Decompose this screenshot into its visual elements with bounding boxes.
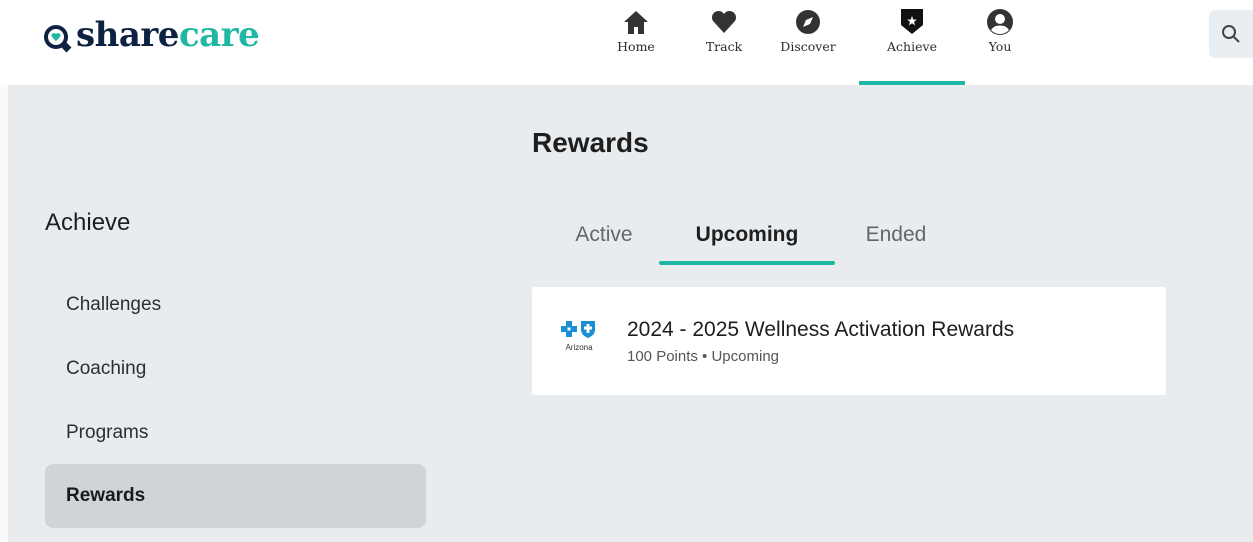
tab-ended[interactable]: Ended xyxy=(860,213,932,265)
search-button[interactable] xyxy=(1209,10,1253,58)
logo-text-care: care xyxy=(178,15,260,55)
reward-subtitle: 100 Points • Upcoming xyxy=(627,348,779,365)
sharecare-logo[interactable]: sharecare xyxy=(44,14,260,56)
logo-heart-icon xyxy=(44,25,68,49)
reward-card[interactable]: Arizona 2024 - 2025 Wellness Activation … xyxy=(532,287,1166,395)
sponsor-logo-text: Arizona xyxy=(565,343,593,352)
sidebar-item-coaching[interactable]: Coaching xyxy=(45,337,426,401)
logo-text-share: share xyxy=(76,15,179,55)
tab-label: Ended xyxy=(865,223,927,246)
sidebar-item-label: Programs xyxy=(66,422,149,443)
nav-label-achieve: Achieve xyxy=(887,39,937,54)
sidebar-item-label: Rewards xyxy=(66,485,146,506)
nav-label-discover: Discover xyxy=(780,39,836,54)
star-shield-icon xyxy=(901,9,923,34)
blue-cross-blue-shield-icon xyxy=(561,321,595,338)
nav-achieve[interactable]: Achieve xyxy=(859,0,965,85)
top-navigation-bar: sharecare Home Track Discover Achieve Yo… xyxy=(0,0,1253,85)
nav-label-home: Home xyxy=(617,39,655,54)
nav-label-track: Track xyxy=(705,39,743,54)
tab-label: Upcoming xyxy=(695,223,799,246)
sidebar-item-programs[interactable]: Programs xyxy=(45,401,426,465)
tab-upcoming[interactable]: Upcoming xyxy=(659,213,835,265)
nav-home[interactable]: Home xyxy=(611,0,661,85)
main-nav: Home Track Discover Achieve You xyxy=(611,0,1025,85)
content-area: Achieve Challenges Coaching Programs Rew… xyxy=(8,85,1253,542)
sidebar-item-challenges[interactable]: Challenges xyxy=(45,273,426,337)
compass-icon xyxy=(796,10,820,34)
sponsor-logo: Arizona xyxy=(559,319,599,363)
user-icon xyxy=(987,9,1013,35)
heart-icon xyxy=(711,10,737,33)
tab-label: Active xyxy=(575,223,633,246)
nav-track[interactable]: Track xyxy=(694,0,754,85)
sidebar-item-label: Coaching xyxy=(66,358,147,379)
nav-label-you: You xyxy=(988,39,1012,54)
nav-discover[interactable]: Discover xyxy=(768,0,848,85)
home-icon xyxy=(624,11,648,34)
reward-title: 2024 - 2025 Wellness Activation Rewards xyxy=(627,318,1015,341)
sidebar-title: Achieve xyxy=(45,209,131,236)
search-icon xyxy=(1222,25,1240,43)
nav-you[interactable]: You xyxy=(975,0,1025,85)
left-edge xyxy=(0,85,8,542)
tab-active[interactable]: Active xyxy=(572,213,636,265)
page-title: Rewards xyxy=(532,127,649,158)
logo-wordmark: sharecare xyxy=(76,15,260,55)
sidebar-item-label: Challenges xyxy=(66,294,162,315)
sidebar-item-rewards[interactable]: Rewards xyxy=(45,464,426,528)
